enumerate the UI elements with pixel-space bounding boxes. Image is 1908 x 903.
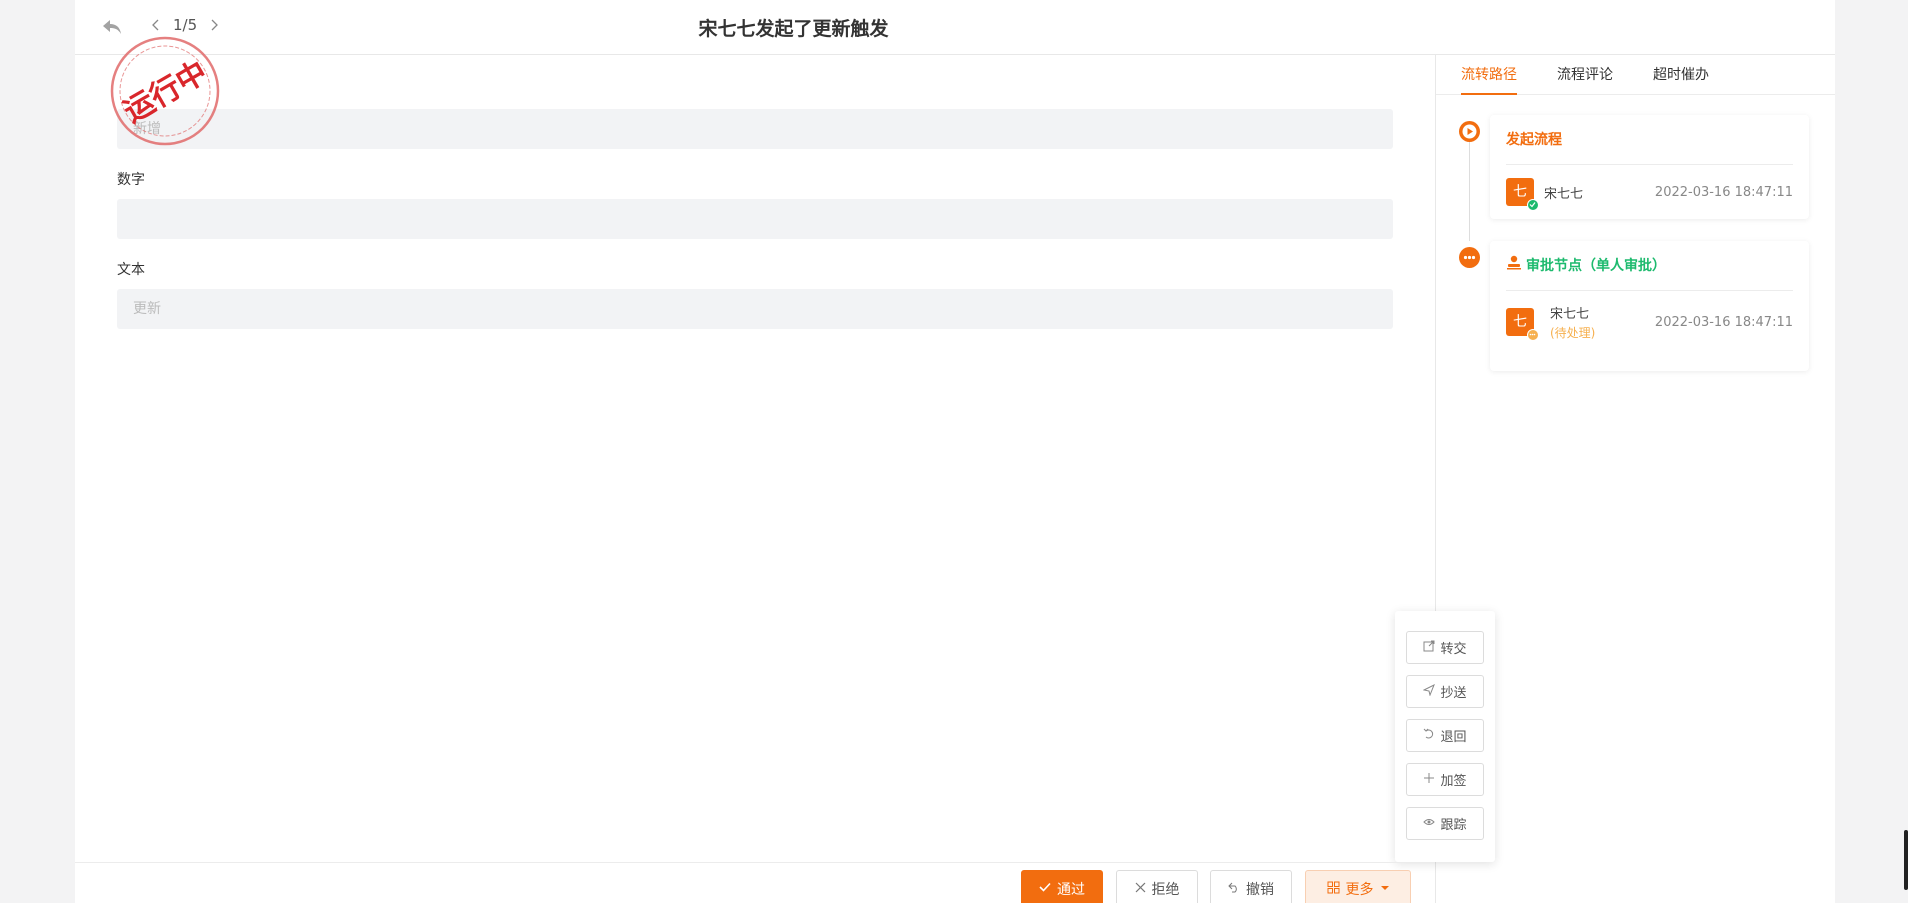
node-title-text: 审批节点（单人审批）: [1526, 257, 1666, 274]
add-signer-button[interactable]: 加签: [1406, 763, 1484, 796]
more-dots-icon: [1459, 247, 1480, 268]
sidebar: 流转路径 流程评论 超时催办 发起流程 七 宋七七 2022-03-16 18:…: [1435, 55, 1835, 903]
main-panel: 1/5 宋七七发起了更新触发 新增 数字 文本 更新 运行中 流转路径 流程评论…: [75, 0, 1835, 903]
avatar: 七: [1506, 308, 1539, 341]
menu-label: 抄送: [1440, 686, 1467, 701]
timeline-card: 发起流程 七 宋七七 2022-03-16 18:47:11: [1490, 115, 1809, 219]
node-title: 发起流程: [1506, 115, 1793, 165]
form-field: 新增: [117, 80, 1393, 149]
pass-button[interactable]: 通过: [1021, 870, 1103, 903]
revoke-button[interactable]: 撤销: [1210, 870, 1292, 903]
form-field: 文本 更新: [117, 260, 1393, 329]
transfer-button[interactable]: 转交: [1406, 631, 1484, 664]
form: 新增 数字 文本 更新: [117, 80, 1393, 350]
status-stamp: 运行中: [108, 34, 222, 148]
field-input[interactable]: 更新: [117, 289, 1393, 329]
field-label: 数字: [117, 172, 145, 188]
header: 1/5 宋七七发起了更新触发: [75, 0, 1835, 55]
tab-flow-path[interactable]: 流转路径: [1461, 55, 1517, 95]
plus-icon: [1423, 772, 1435, 788]
field-label: 文本: [117, 262, 145, 278]
menu-label: 加签: [1440, 774, 1467, 789]
person-name: 宋七七: [1544, 186, 1584, 202]
check-icon: [1039, 881, 1051, 897]
page-title: 宋七七发起了更新触发: [698, 18, 889, 40]
menu-label: 跟踪: [1440, 818, 1467, 833]
reject-button[interactable]: 拒绝: [1116, 870, 1198, 903]
undo-icon: [1228, 881, 1240, 897]
tab-bar: 流转路径 流程评论 超时催办: [1436, 55, 1835, 95]
timestamp: 2022-03-16 18:47:11: [1654, 184, 1793, 200]
node-row: 七 宋七七 (待处理) 2022-03-16 18:47:11: [1506, 291, 1793, 353]
more-button[interactable]: 更多: [1305, 870, 1411, 903]
avatar-text: 七: [1513, 314, 1527, 330]
stamp-text: 运行中: [118, 55, 213, 130]
return-button[interactable]: 退回: [1406, 719, 1484, 752]
timestamp: 2022-03-16 18:47:11: [1654, 314, 1793, 330]
stamp-person-icon: [1506, 241, 1522, 291]
cc-button[interactable]: 抄送: [1406, 675, 1484, 708]
timeline-line: [1469, 141, 1470, 241]
grid-icon: [1327, 881, 1340, 898]
undo-icon: [1423, 728, 1435, 744]
avatar-text: 七: [1513, 184, 1527, 200]
pending-icon: [1527, 329, 1539, 341]
avatar: 七: [1506, 178, 1539, 211]
pass-label: 通过: [1057, 882, 1085, 898]
menu-label: 转交: [1440, 642, 1467, 657]
tab-timeout-reminder[interactable]: 超时催办: [1653, 55, 1709, 94]
field-input[interactable]: [117, 199, 1393, 239]
revoke-label: 撤销: [1246, 882, 1274, 898]
person-block: 宋七七 (待处理): [1550, 303, 1595, 341]
tab-flow-comments[interactable]: 流程评论: [1557, 55, 1613, 94]
form-field: 数字: [117, 170, 1393, 239]
send-icon: [1422, 683, 1436, 700]
field-input[interactable]: 新增: [117, 109, 1393, 149]
timeline-card: 审批节点（单人审批） 七 宋七七 (待处理) 2022-03-16 18:47:…: [1490, 241, 1809, 371]
eye-icon: [1423, 816, 1436, 832]
scrollbar[interactable]: [1904, 830, 1908, 890]
action-bar: 通过 拒绝 撤销 更多: [75, 862, 1435, 903]
person-name: 宋七七: [1550, 307, 1590, 322]
node-row: 七 宋七七 2022-03-16 18:47:11: [1506, 165, 1793, 219]
check-icon: [1527, 199, 1539, 211]
play-icon: [1459, 121, 1480, 142]
menu-label: 退回: [1440, 730, 1467, 745]
more-menu: 转交 抄送 退回 加签 跟踪: [1395, 611, 1495, 862]
field-label: [117, 80, 1393, 100]
reject-label: 拒绝: [1151, 882, 1180, 898]
pending-status: (待处理): [1550, 326, 1596, 340]
caret-down-icon: [1380, 881, 1390, 897]
share-icon: [1423, 640, 1435, 656]
node-title: 审批节点（单人审批）: [1506, 241, 1793, 291]
more-label: 更多: [1345, 882, 1374, 898]
close-icon: [1135, 881, 1146, 897]
node-title-text: 发起流程: [1506, 131, 1562, 148]
track-button[interactable]: 跟踪: [1406, 807, 1484, 840]
